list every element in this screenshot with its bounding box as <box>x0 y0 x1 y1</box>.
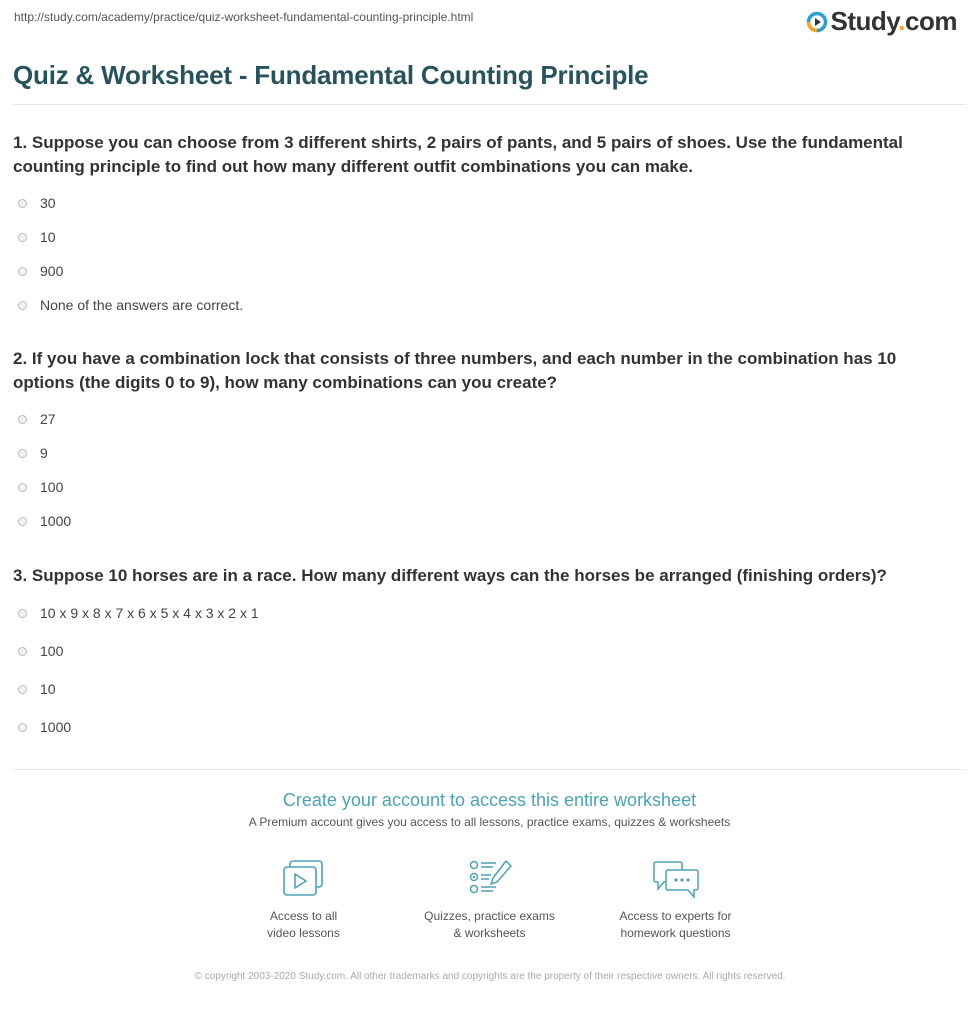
option-label: 100 <box>40 479 64 495</box>
question-2: 2. If you have a combination lock that c… <box>13 349 897 392</box>
option-label: 1000 <box>40 719 72 735</box>
answer-option[interactable]: 900 <box>18 254 243 288</box>
feature-label: Access to experts for homework questions <box>619 909 732 940</box>
radio-button[interactable] <box>18 516 27 526</box>
option-label: 27 <box>40 411 56 427</box>
answer-option[interactable]: 30 <box>18 186 243 220</box>
create-account-link[interactable]: Create your account to access this entir… <box>0 790 979 811</box>
question-3-options: 10 x 9 x 8 x 7 x 6 x 5 x 4 x 3 x 2 x 1 1… <box>18 594 259 746</box>
answer-option[interactable]: 10 x 9 x 8 x 7 x 6 x 5 x 4 x 3 x 2 x 1 <box>18 594 259 632</box>
option-label: 30 <box>40 195 56 211</box>
logo-suffix: com <box>905 6 957 36</box>
option-label: 10 <box>40 681 56 697</box>
option-label: 9 <box>40 445 48 461</box>
feature-experts: Access to experts for homework questions <box>583 858 769 942</box>
answer-option[interactable]: 100 <box>18 470 71 504</box>
logo-text: Study <box>830 6 899 36</box>
question-3: 3. Suppose 10 horses are in a race. How … <box>13 566 887 585</box>
option-label: None of the answers are correct. <box>40 297 244 313</box>
quiz-checklist-icon <box>469 860 512 894</box>
question-1-options: 30 10 900 None of the answers are correc… <box>18 186 243 322</box>
play-circle-icon <box>806 11 827 32</box>
radio-button[interactable] <box>18 266 27 276</box>
option-label: 1000 <box>40 513 72 529</box>
radio-button[interactable] <box>18 482 27 492</box>
option-label: 10 <box>40 229 56 245</box>
feature-label: Access to all video lessons <box>267 909 340 940</box>
cta-subtitle: A Premium account gives you access to al… <box>248 815 731 829</box>
question-1: 1. Suppose you can choose from 3 differe… <box>13 133 903 176</box>
chat-bubbles-icon <box>652 861 699 900</box>
radio-button[interactable] <box>18 414 27 424</box>
radio-button[interactable] <box>18 300 27 310</box>
feature-quizzes: Quizzes, practice exams & worksheets <box>397 858 583 942</box>
title-divider <box>13 104 966 105</box>
cta-divider <box>13 769 966 770</box>
answer-option[interactable]: 100 <box>18 632 259 670</box>
radio-button[interactable] <box>18 448 27 458</box>
radio-button[interactable] <box>18 232 27 242</box>
answer-option[interactable]: 1000 <box>18 708 259 746</box>
radio-button[interactable] <box>18 608 27 618</box>
premium-features: Access to all video lessons Quizzes, pra… <box>0 858 979 942</box>
answer-option[interactable]: None of the answers are correct. <box>18 288 243 322</box>
answer-option[interactable]: 27 <box>18 402 71 436</box>
answer-option[interactable]: 10 <box>18 220 243 254</box>
radio-button[interactable] <box>18 646 27 656</box>
feature-video-lessons: Access to all video lessons <box>211 858 397 942</box>
answer-option[interactable]: 1000 <box>18 504 71 538</box>
option-label: 100 <box>40 643 64 659</box>
radio-button[interactable] <box>18 684 27 694</box>
video-lessons-icon <box>282 860 323 896</box>
copyright-notice: © copyright 2003-2020 Study.com. All oth… <box>194 971 786 982</box>
feature-label: Quizzes, practice exams & worksheets <box>424 909 555 940</box>
radio-button[interactable] <box>18 722 27 732</box>
option-label: 900 <box>40 263 64 279</box>
study-logo[interactable]: Study.com <box>806 6 957 37</box>
answer-option[interactable]: 9 <box>18 436 71 470</box>
page-title: Quiz & Worksheet - Fundamental Counting … <box>13 60 649 90</box>
answer-option[interactable]: 10 <box>18 670 259 708</box>
option-label: 10 x 9 x 8 x 7 x 6 x 5 x 4 x 3 x 2 x 1 <box>40 605 259 621</box>
question-2-options: 27 9 100 1000 <box>18 402 71 538</box>
page-url: http://study.com/academy/practice/quiz-w… <box>14 10 474 24</box>
radio-button[interactable] <box>18 198 27 208</box>
